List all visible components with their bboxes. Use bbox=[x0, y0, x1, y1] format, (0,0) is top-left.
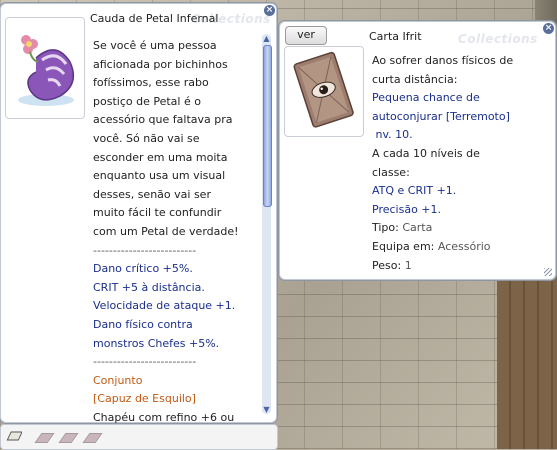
empty-card-slot[interactable] bbox=[82, 433, 103, 443]
petal-tail-illustration bbox=[18, 35, 75, 106]
card-info-window[interactable]: Collections Carta Ifrit × ver Ao sofrer … bbox=[279, 21, 556, 280]
type-value: Carta bbox=[402, 221, 433, 235]
description-line: postiço de Petal é o bbox=[93, 94, 201, 108]
type-row: Tipo: Carta bbox=[372, 219, 513, 238]
description-line: esconder em uma moita bbox=[93, 150, 228, 164]
scroll-thumb[interactable] bbox=[263, 45, 272, 207]
effect-line: CRIT +5 à distância. bbox=[93, 280, 205, 294]
effect-line: Ao sofrer danos físicos de bbox=[372, 54, 514, 67]
item-illustration-frame bbox=[5, 17, 85, 119]
description-line: você. Só não vai se bbox=[93, 131, 200, 145]
empty-card-slot[interactable] bbox=[58, 433, 79, 443]
effect-line: curta distância: bbox=[372, 72, 458, 86]
description-line: fofíssimos, esse rabo bbox=[93, 76, 209, 90]
separator: -------------------------- bbox=[93, 243, 197, 257]
bonus-line: ATQ e CRIT +1. bbox=[372, 184, 457, 198]
resize-grip-icon[interactable] bbox=[544, 268, 552, 276]
empty-card-slot[interactable] bbox=[34, 433, 55, 443]
item-description: Se você é uma pessoa aficionada por bich… bbox=[93, 37, 239, 427]
effect-line: Dano crítico +5%. bbox=[93, 262, 193, 276]
scroll-down-icon[interactable]: ▼ bbox=[262, 405, 271, 414]
weight-row: Peso: 1 bbox=[372, 257, 513, 276]
effect-line: autoconjurar [Terremoto] bbox=[372, 109, 510, 123]
effect-line: nv. 10. bbox=[372, 128, 413, 142]
weight-value: 1 bbox=[404, 258, 412, 272]
description-line: acessório que faltava pra bbox=[93, 113, 233, 127]
equip-value: Acessório bbox=[437, 239, 491, 253]
weight-label: Peso: bbox=[372, 258, 402, 272]
equip-label: Equipa em: bbox=[372, 239, 435, 253]
effect-line: Pequena chance de bbox=[372, 91, 480, 105]
scroll-up-icon[interactable]: ▲ bbox=[262, 34, 271, 43]
description-line: aficionada por bichinhos bbox=[93, 57, 228, 71]
description-line: enquanto usa um visual bbox=[93, 169, 226, 183]
card-illustration-frame bbox=[284, 46, 364, 137]
view-button[interactable]: ver bbox=[285, 26, 327, 45]
description-line: muito fácil te confundir bbox=[93, 206, 222, 220]
ifrit-card-illustration bbox=[293, 51, 354, 128]
card-title: Carta Ifrit bbox=[369, 30, 422, 43]
bonus-intro: classe: bbox=[372, 165, 410, 179]
close-icon[interactable]: × bbox=[264, 5, 275, 16]
type-label: Tipo: bbox=[372, 221, 399, 235]
item-info-window[interactable]: Collections Cauda de Petal Infernal × Se… bbox=[0, 3, 277, 424]
item-title: Cauda de Petal Infernal bbox=[90, 12, 219, 25]
equip-row: Equipa em: Acessório bbox=[372, 238, 513, 257]
set-label: Conjunto bbox=[93, 373, 143, 387]
description-line: desses, senão vai ser bbox=[93, 187, 211, 201]
bonus-line: Precisão +1. bbox=[372, 202, 442, 216]
description-line: com um Petal de verdade! bbox=[93, 224, 239, 238]
separator: -------------------------- bbox=[93, 355, 197, 369]
watermark: Collections bbox=[458, 32, 538, 46]
effect-line: Velocidade de ataque +1. bbox=[93, 299, 236, 313]
card-slot-bar bbox=[0, 424, 278, 450]
wooden-wall bbox=[497, 280, 557, 449]
card-icon[interactable] bbox=[6, 430, 22, 444]
close-icon[interactable]: × bbox=[543, 23, 554, 34]
card-description: Ao sofrer danos físicos de curta distânc… bbox=[372, 52, 513, 275]
bonus-intro: A cada 10 níveis de bbox=[372, 146, 480, 160]
scrollbar[interactable]: ▲ ▼ bbox=[262, 34, 272, 414]
effect-line: Dano físico contra bbox=[93, 317, 193, 331]
effect-line: monstros Chefes +5%. bbox=[93, 336, 220, 350]
description-line: Se você é uma pessoa bbox=[93, 39, 217, 52]
set-item: [Capuz de Esquilo] bbox=[93, 392, 196, 406]
